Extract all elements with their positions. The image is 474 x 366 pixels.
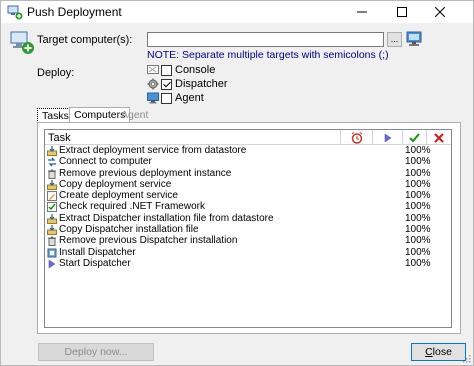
title-bar: Push Deployment [1, 1, 473, 23]
task-progress: 100% [405, 246, 431, 258]
task-progress: 100% [405, 178, 431, 190]
task-name: Check required .NET Framework [59, 201, 205, 213]
task-progress: 100% [405, 190, 431, 202]
close-icon [434, 7, 445, 17]
task-name: Install Dispatcher [59, 246, 136, 258]
push-deployment-icon [7, 5, 23, 20]
task-grid[interactable]: Task Extract deployment service from dat… [44, 129, 452, 328]
agent-checkbox[interactable] [161, 92, 172, 104]
task-progress: 100% [405, 212, 431, 224]
task-progress: 100% [405, 257, 431, 269]
task-progress: 100% [405, 145, 431, 156]
copy-icon [47, 225, 57, 236]
trash-icon [48, 169, 56, 179]
maximize-icon [396, 7, 407, 17]
gear-icon [147, 78, 159, 90]
minimize-button[interactable] [345, 1, 378, 23]
maximize-button[interactable] [385, 1, 418, 23]
window-title: Push Deployment [27, 5, 122, 19]
column-failed[interactable] [427, 130, 451, 145]
task-name: Connect to computer [59, 156, 152, 168]
task-rows: Extract deployment service from datastor… [45, 145, 451, 270]
close-accelerator: C [425, 346, 433, 358]
x-icon [434, 132, 444, 143]
agent-label: Agent [175, 92, 204, 104]
task-name: Create deployment service [59, 190, 178, 202]
grid-header: Task [45, 130, 451, 145]
create-icon [47, 191, 57, 202]
dispatcher-checkbox[interactable] [161, 78, 172, 90]
task-name: Remove previous deployment instance [59, 167, 232, 179]
dispatcher-label: Dispatcher [175, 78, 228, 90]
task-name: Extract Dispatcher installation file fro… [59, 212, 274, 224]
network-computer-icon[interactable] [405, 31, 423, 48]
connect-icon [48, 157, 56, 167]
task-progress: 100% [405, 201, 431, 213]
deploy-label: Deploy: [37, 67, 75, 79]
tab-panel: Task Extract deployment service from dat… [37, 122, 461, 334]
task-name: Extract deployment service from datastor… [59, 145, 247, 156]
table-row[interactable]: Start Dispatcher 100% [45, 257, 451, 270]
copy-icon [47, 179, 57, 190]
minimize-icon [356, 11, 367, 13]
check-framework-icon [47, 202, 57, 213]
resize-grip-icon[interactable] [461, 353, 471, 363]
deploy-option-agent[interactable]: Agent [147, 91, 204, 105]
download-icon [47, 213, 57, 224]
alarm-clock-icon [351, 131, 362, 144]
task-name: Remove previous Dispatcher installation [59, 235, 238, 247]
target-computers-input[interactable] [147, 32, 384, 47]
browse-button[interactable]: ... [387, 32, 402, 47]
column-success[interactable] [403, 130, 427, 145]
column-task[interactable]: Task [45, 130, 341, 145]
download-icon [47, 146, 57, 156]
close-button[interactable]: Close [411, 343, 466, 361]
install-icon [47, 248, 57, 258]
console-checkbox[interactable] [161, 64, 172, 76]
column-running[interactable] [373, 130, 403, 145]
column-scheduled[interactable] [341, 130, 373, 145]
deploy-now-button[interactable]: Deploy now... [38, 343, 154, 361]
task-progress: 100% [405, 156, 431, 168]
close-window-button[interactable] [423, 1, 456, 23]
task-name: Copy deployment service [59, 178, 172, 190]
task-progress: 100% [405, 224, 431, 236]
deploy-option-dispatcher[interactable]: Dispatcher [147, 77, 228, 91]
task-name: Copy Dispatcher installation file [59, 224, 199, 236]
play-icon [48, 259, 56, 269]
task-name: Start Dispatcher [59, 257, 131, 269]
check-icon [409, 133, 420, 143]
target-note: NOTE: Separate multiple targets with sem… [147, 49, 389, 61]
monitor-icon [147, 92, 159, 104]
target-computers-label: Target computer(s): [37, 34, 133, 46]
target-computer-icon [10, 31, 34, 54]
task-progress: 100% [405, 167, 431, 179]
console-icon [147, 65, 159, 74]
tab-agent-settings: Agent settings [121, 109, 157, 135]
push-deployment-window: Push Deployment Target computer(s): ... … [0, 0, 474, 366]
console-label: Console [175, 64, 216, 76]
close-label-rest: lose [432, 346, 452, 358]
trash-icon [48, 236, 56, 247]
play-icon [384, 133, 391, 142]
task-progress: 100% [405, 235, 431, 247]
deploy-option-console[interactable]: Console [147, 63, 215, 77]
